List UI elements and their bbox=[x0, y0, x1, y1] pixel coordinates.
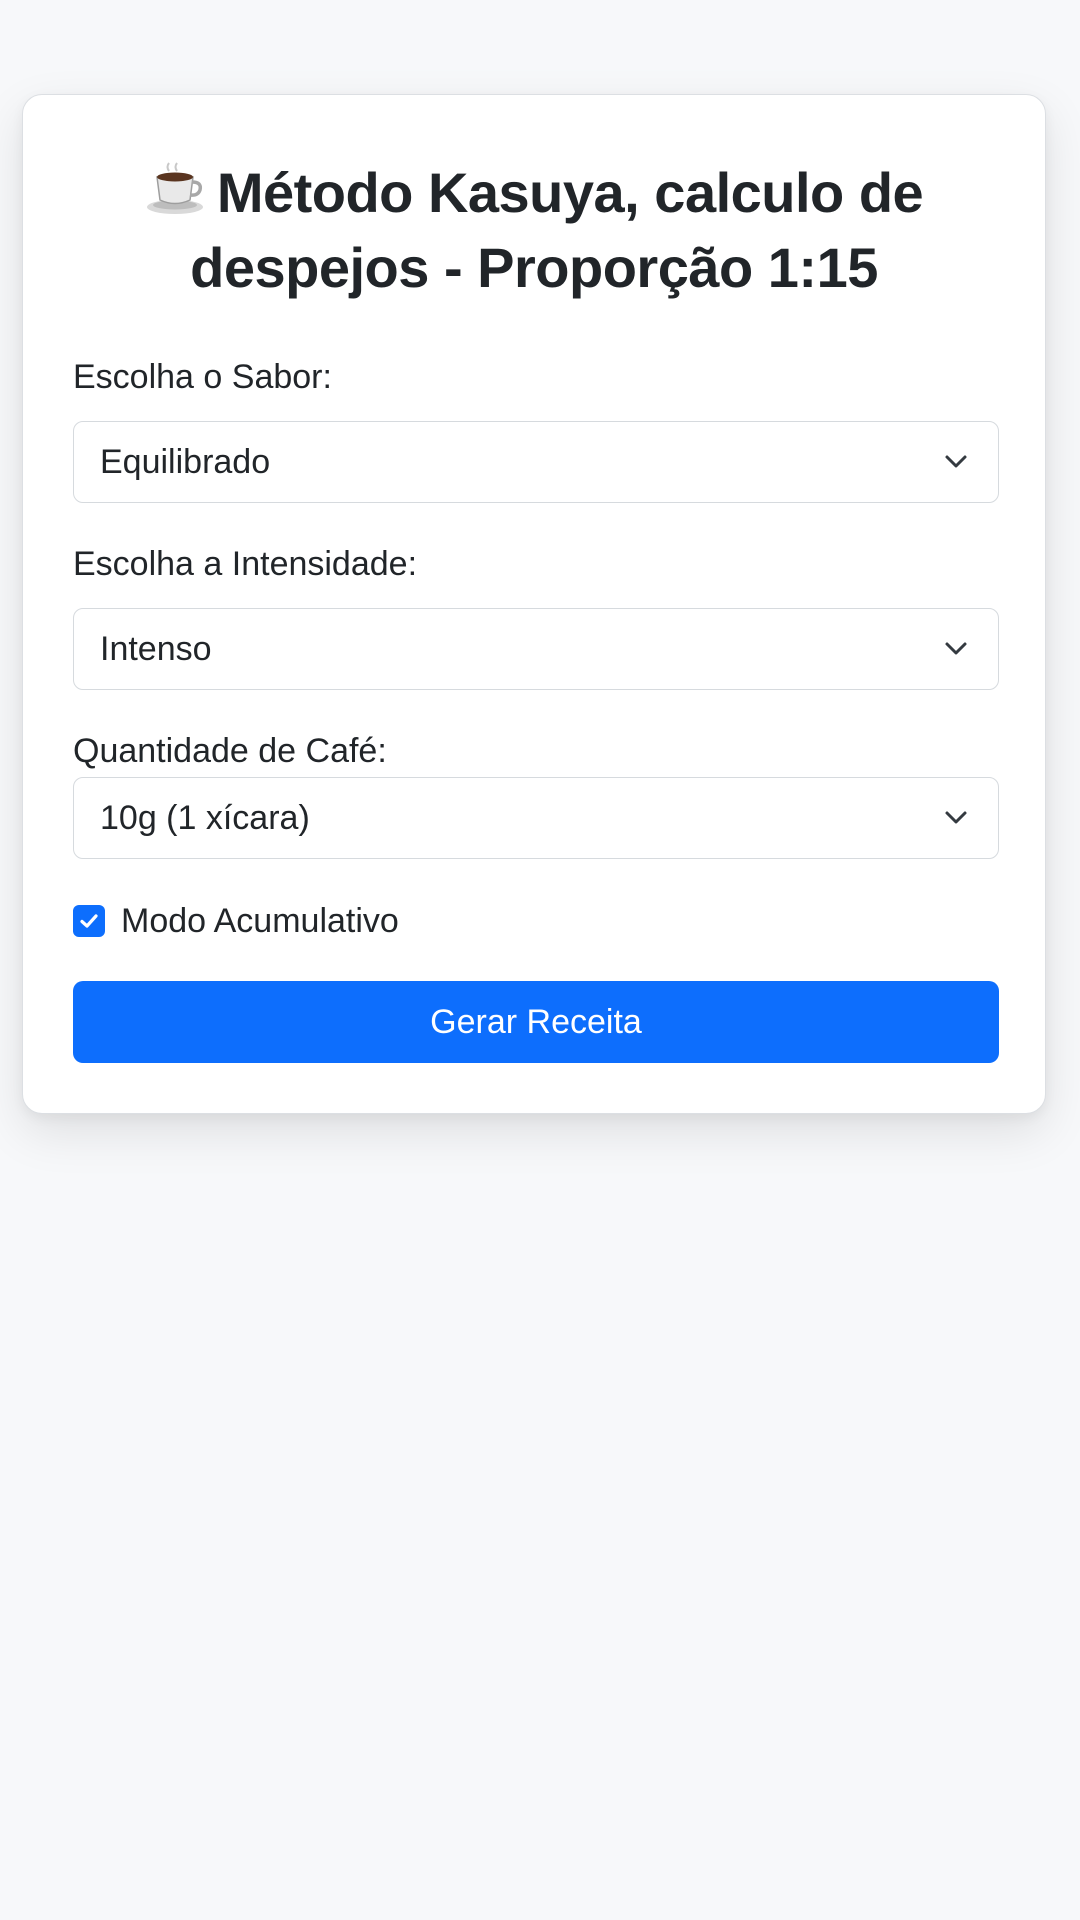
chevron-down-icon bbox=[945, 455, 967, 468]
intensidade-select[interactable]: Intenso bbox=[73, 608, 999, 690]
intensidade-select-value: Intenso bbox=[100, 630, 212, 668]
page-title: Método Kasuya, calculo de despejos - Pro… bbox=[23, 155, 1045, 305]
chevron-down-icon bbox=[945, 642, 967, 655]
quantidade-label: Quantidade de Café: bbox=[73, 732, 387, 770]
sabor-select[interactable]: Equilibrado bbox=[73, 421, 999, 503]
chevron-down-icon bbox=[945, 811, 967, 824]
page-title-line1: Método Kasuya, calculo de bbox=[216, 161, 924, 224]
checkmark-icon bbox=[80, 914, 98, 928]
intensidade-label: Escolha a Intensidade: bbox=[73, 545, 418, 583]
recipe-form-card: Método Kasuya, calculo de despejos - Pro… bbox=[22, 94, 1046, 1114]
modo-acumulativo-row[interactable]: Modo Acumulativo bbox=[73, 901, 399, 941]
gerar-receita-button[interactable]: Gerar Receita bbox=[73, 981, 999, 1063]
sabor-label: Escolha o Sabor: bbox=[73, 358, 332, 396]
sabor-select-value: Equilibrado bbox=[100, 443, 271, 481]
page-title-line2: despejos - Proporção 1:15 bbox=[190, 236, 878, 299]
modo-acumulativo-checkbox[interactable] bbox=[73, 905, 105, 937]
quantidade-select[interactable]: 10g (1 xícara) bbox=[73, 777, 999, 859]
quantidade-select-value: 10g (1 xícara) bbox=[100, 799, 310, 837]
coffee-cup-icon bbox=[145, 160, 205, 216]
modo-acumulativo-label: Modo Acumulativo bbox=[121, 902, 399, 940]
